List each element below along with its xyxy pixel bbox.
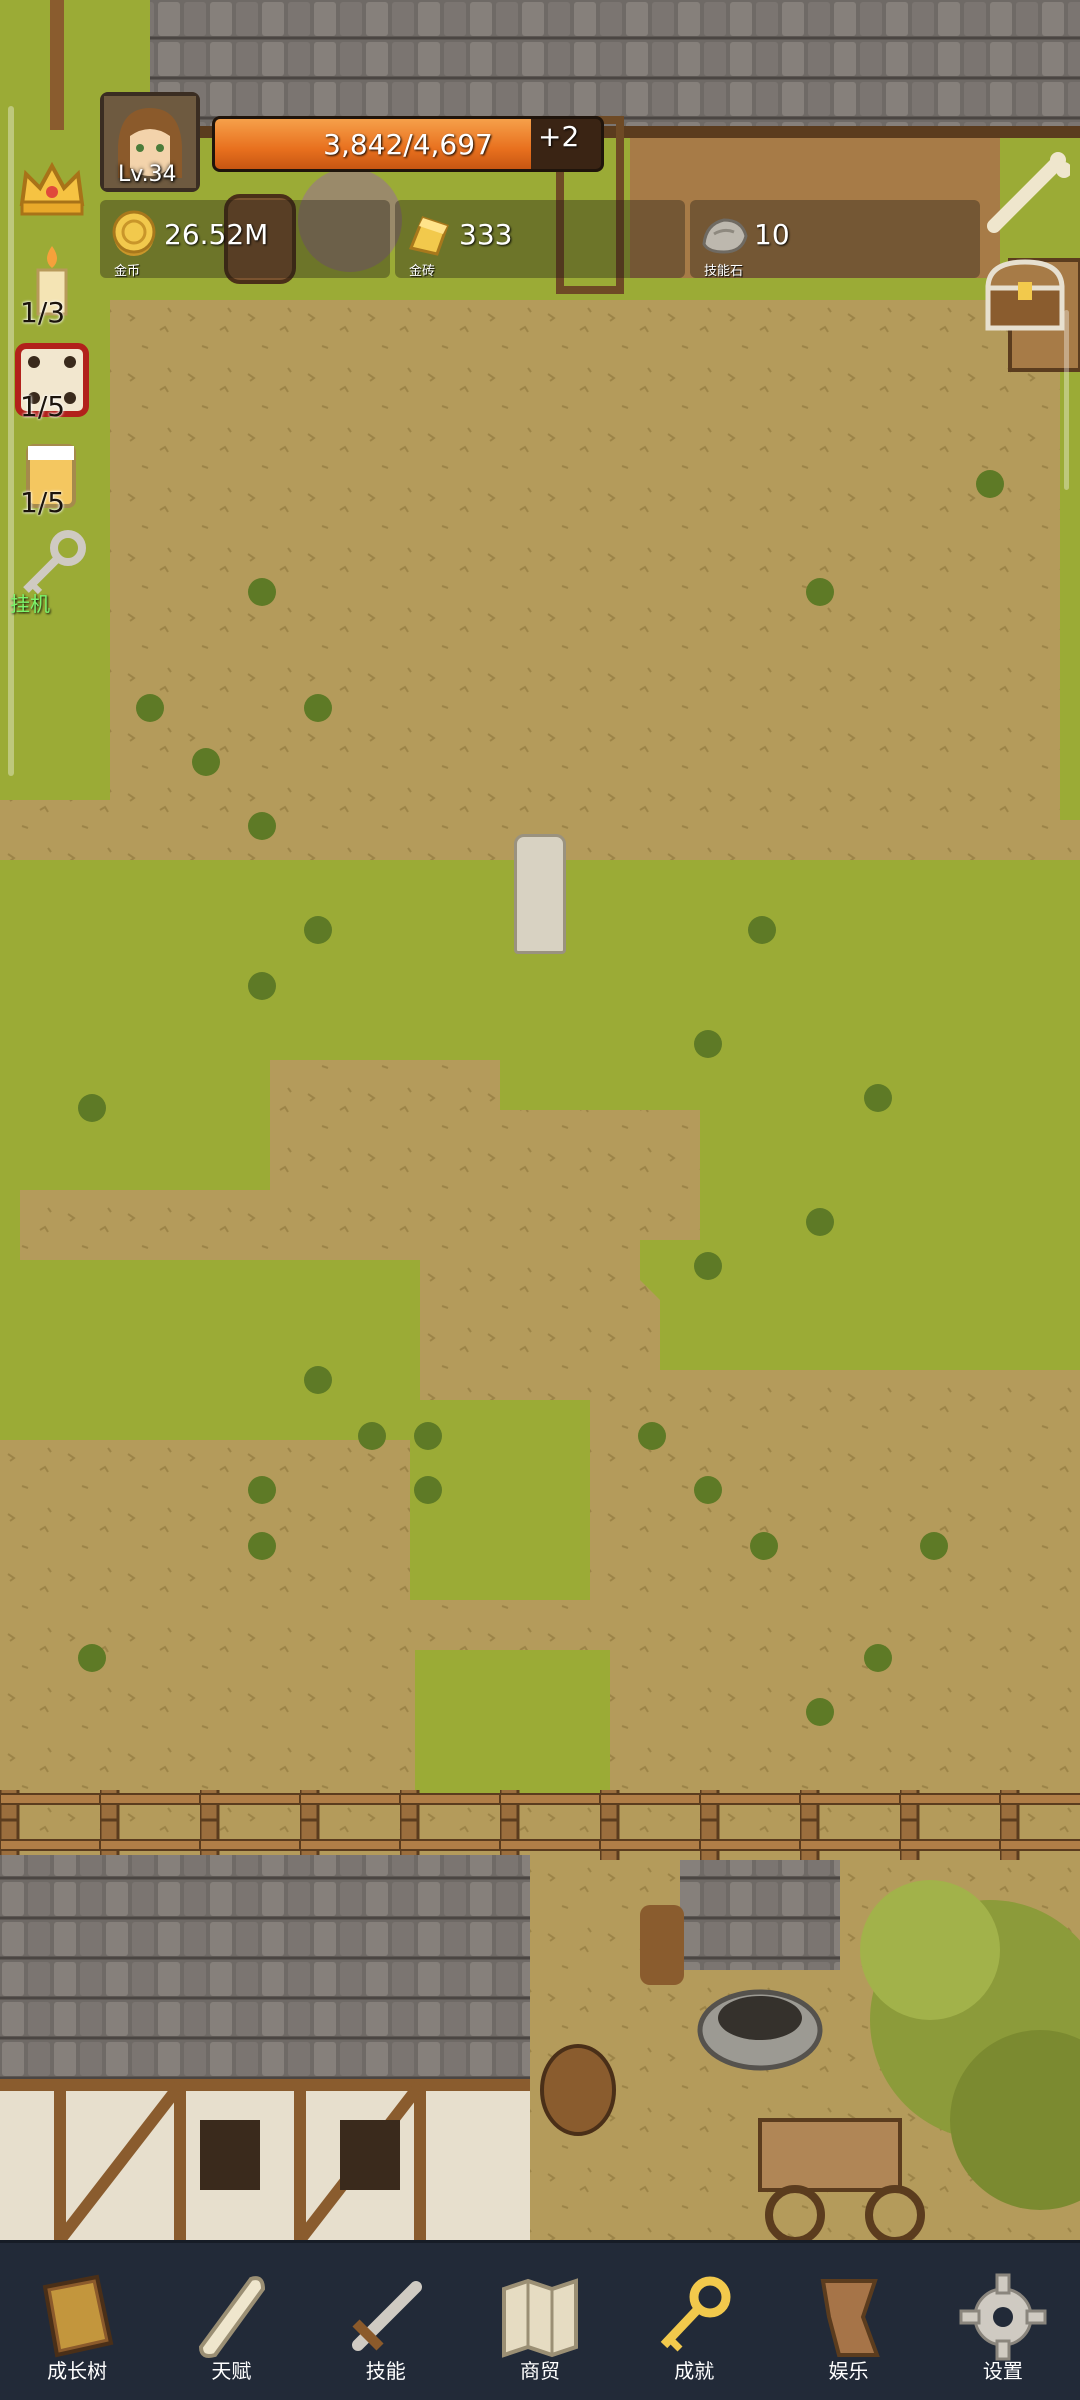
player-level: Lv.34 [118, 162, 177, 187]
nav-settings[interactable]: 设置 [926, 2243, 1080, 2400]
map-icon [501, 2278, 578, 2358]
sword-icon [351, 2281, 422, 2351]
bone-button[interactable] [980, 150, 1072, 240]
nav-label: 设置 [982, 2359, 1023, 2383]
gold-brick-label: 金砖 [409, 264, 436, 279]
nav-label: 娱乐 [828, 2359, 869, 2383]
bone-icon [987, 152, 1072, 233]
experience-bonus-value: +2 [538, 120, 580, 153]
nav-talent[interactable]: 天赋 [154, 2243, 308, 2400]
nav-achievements[interactable]: 成就 [617, 2243, 771, 2400]
currency-skill-stone: 10 技能石 [690, 200, 980, 279]
ribbon-icon [820, 2279, 880, 2357]
nav-label: 技能 [365, 2359, 406, 2383]
skill-stone-icon [702, 218, 748, 254]
beer-count: 1/5 [20, 486, 66, 519]
crown-icon [19, 161, 85, 216]
crown-button[interactable] [12, 148, 104, 240]
book-icon [42, 2274, 114, 2358]
idle-label: 挂机 [10, 592, 50, 616]
nav-growth-tree[interactable]: 成长树 [0, 2243, 154, 2400]
candle-count: 1/3 [20, 296, 66, 329]
gold-brick-value: 333 [459, 218, 513, 251]
nav-skills[interactable]: 技能 [309, 2243, 463, 2400]
gear-icon [959, 2273, 1047, 2361]
enemy-stone-icon[interactable] [514, 834, 566, 954]
gold-coin-icon [112, 210, 156, 256]
scroll-icon [199, 2276, 266, 2358]
gold-label: 金币 [114, 264, 141, 279]
experience-bonus: +2 [538, 120, 579, 153]
gold-brick-icon [408, 216, 449, 256]
dice-count: 1/5 [20, 390, 66, 423]
bottom-nav: 成长树 天赋 技能 商贸 成就 娱乐 设置 [0, 2240, 1080, 2400]
nav-label: 天赋 [211, 2359, 252, 2383]
nav-label: 成长树 [47, 2359, 108, 2383]
skill-stone-label: 技能石 [704, 264, 744, 279]
currency-gold: 26.52M 金币 [100, 200, 390, 279]
currency-gold-brick: 333 金砖 [395, 200, 685, 279]
gold-value: 26.52M [164, 218, 269, 251]
nav-trade[interactable]: 商贸 [463, 2243, 617, 2400]
nav-label: 商贸 [519, 2359, 560, 2383]
nav-label: 成就 [674, 2359, 715, 2383]
treasure-chest-icon [985, 259, 1065, 331]
nav-entertainment[interactable]: 娱乐 [771, 2243, 925, 2400]
treasure-chest-button[interactable] [980, 248, 1070, 338]
skill-stone-value: 10 [754, 218, 790, 251]
game-map [0, 0, 1080, 2245]
golden-key-icon [660, 2276, 731, 2352]
